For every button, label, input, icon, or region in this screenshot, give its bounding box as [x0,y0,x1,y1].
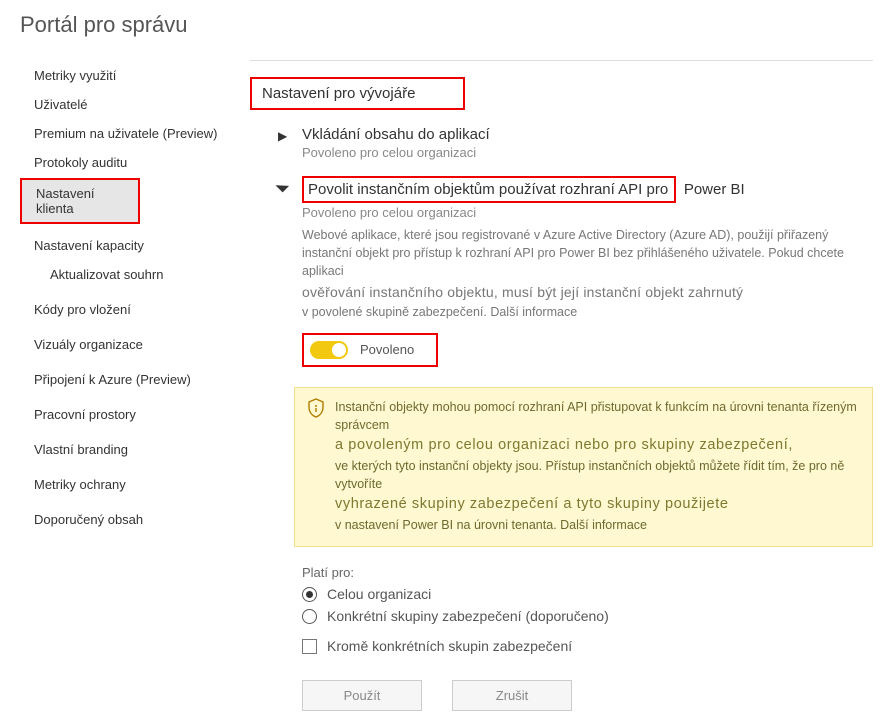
setting-service-principal-title-suffix: Power BI [684,181,745,198]
sidebar-item-featured-content[interactable]: Doporučený obsah [20,506,250,533]
shield-icon [307,398,325,423]
section-heading-developer-settings: Nastavení pro vývojáře [250,77,465,110]
sidebar-item-protection-metrics[interactable]: Metriky ochrany [20,471,250,498]
radio-specific-groups[interactable]: Konkrétní skupiny zabezpečení (doporučen… [302,608,873,624]
main-content: Nastavení pro vývojáře ▶ Vkládání obsahu… [250,56,881,721]
setting-service-principal-description: Webové aplikace, které jsou registrované… [302,226,873,321]
radio-specific-groups-label: Konkrétní skupiny zabezpečení (doporučen… [327,608,609,624]
radio-entire-org-label: Celou organizaci [327,586,431,602]
description-text-2: v povolené skupině zabezpečení. Další in… [302,305,577,319]
applies-to-label: Platí pro: [302,565,873,580]
radio-icon [302,587,317,602]
sidebar-item-workspaces[interactable]: Pracovní prostory [20,401,250,428]
sidebar-item-embed-codes[interactable]: Kódy pro vložení [20,296,250,323]
warning-line-1: Instanční objekty mohou pomocí rozhraní … [335,398,858,434]
button-row: Použít Zrušit [302,680,873,711]
radio-entire-org[interactable]: Celou organizaci [302,586,873,602]
sidebar-item-custom-branding[interactable]: Vlastní branding [20,436,250,463]
sidebar: Metriky využití Uživatelé Premium na uži… [0,56,250,721]
cancel-button[interactable]: Zrušit [452,680,572,711]
page-title: Portál pro správu [0,0,881,56]
sidebar-item-azure-connections[interactable]: Připojení k Azure (Preview) [20,366,250,393]
checkbox-except-groups[interactable]: Kromě konkrétních skupin zabezpečení [302,638,873,654]
apply-button[interactable]: Použít [302,680,422,711]
warning-line-3: v nastavení Power BI na úrovni tenanta. … [335,516,858,534]
sidebar-item-usage-metrics[interactable]: Metriky využití [20,62,250,89]
radio-icon [302,609,317,624]
toggle-enabled[interactable] [310,341,348,359]
sidebar-item-users[interactable]: Uživatelé [20,91,250,118]
warning-line-2: ve kterých tyto instanční objekty jsou. … [335,457,858,493]
setting-service-principal-title: Povolit instančním objektům používat roz… [302,176,676,203]
setting-embed-content-status: Povoleno pro celou organizaci [302,145,873,160]
setting-embed-content-title: Vkládání obsahu do aplikací [302,126,490,143]
warning-box: Instanční objekty mohou pomocí rozhraní … [294,387,873,548]
sidebar-item-capacity-settings[interactable]: Nastavení kapacity [20,232,250,259]
divider [250,60,873,61]
sidebar-item-org-visuals[interactable]: Vizuály organizace [20,331,250,358]
toggle-enabled-wrap: Povoleno [302,333,438,367]
setting-service-principal[interactable]: ◢ Povolit instančním objektům používat r… [278,176,873,203]
chevron-right-icon: ▶ [278,129,290,143]
warning-line-big-2: vyhrazené skupiny zabezpečení a tyto sku… [335,494,858,515]
sidebar-item-premium-per-user[interactable]: Premium na uživatele (Preview) [20,120,250,147]
description-text-1: Webové aplikace, které jsou registrované… [302,228,844,278]
sidebar-item-tenant-settings[interactable]: Nastavení klienta [20,178,140,224]
sidebar-item-refresh-summary[interactable]: Aktualizovat souhrn [20,261,250,288]
setting-service-principal-status: Povoleno pro celou organizaci [302,205,873,220]
checkbox-except-groups-label: Kromě konkrétních skupin zabezpečení [327,638,572,654]
checkbox-icon [302,639,317,654]
applies-to-section: Platí pro: Celou organizaci Konkrétní sk… [302,565,873,654]
setting-embed-content[interactable]: ▶ Vkládání obsahu do aplikací [278,126,873,143]
description-emphasis: ověřování instančního objektu, musí být … [302,282,873,302]
warning-line-big-1: a povoleným pro celou organizaci nebo pr… [335,435,858,456]
toggle-enabled-label: Povoleno [360,342,414,357]
sidebar-item-audit-logs[interactable]: Protokoly auditu [20,149,250,176]
chevron-down-icon: ◢ [274,176,293,195]
